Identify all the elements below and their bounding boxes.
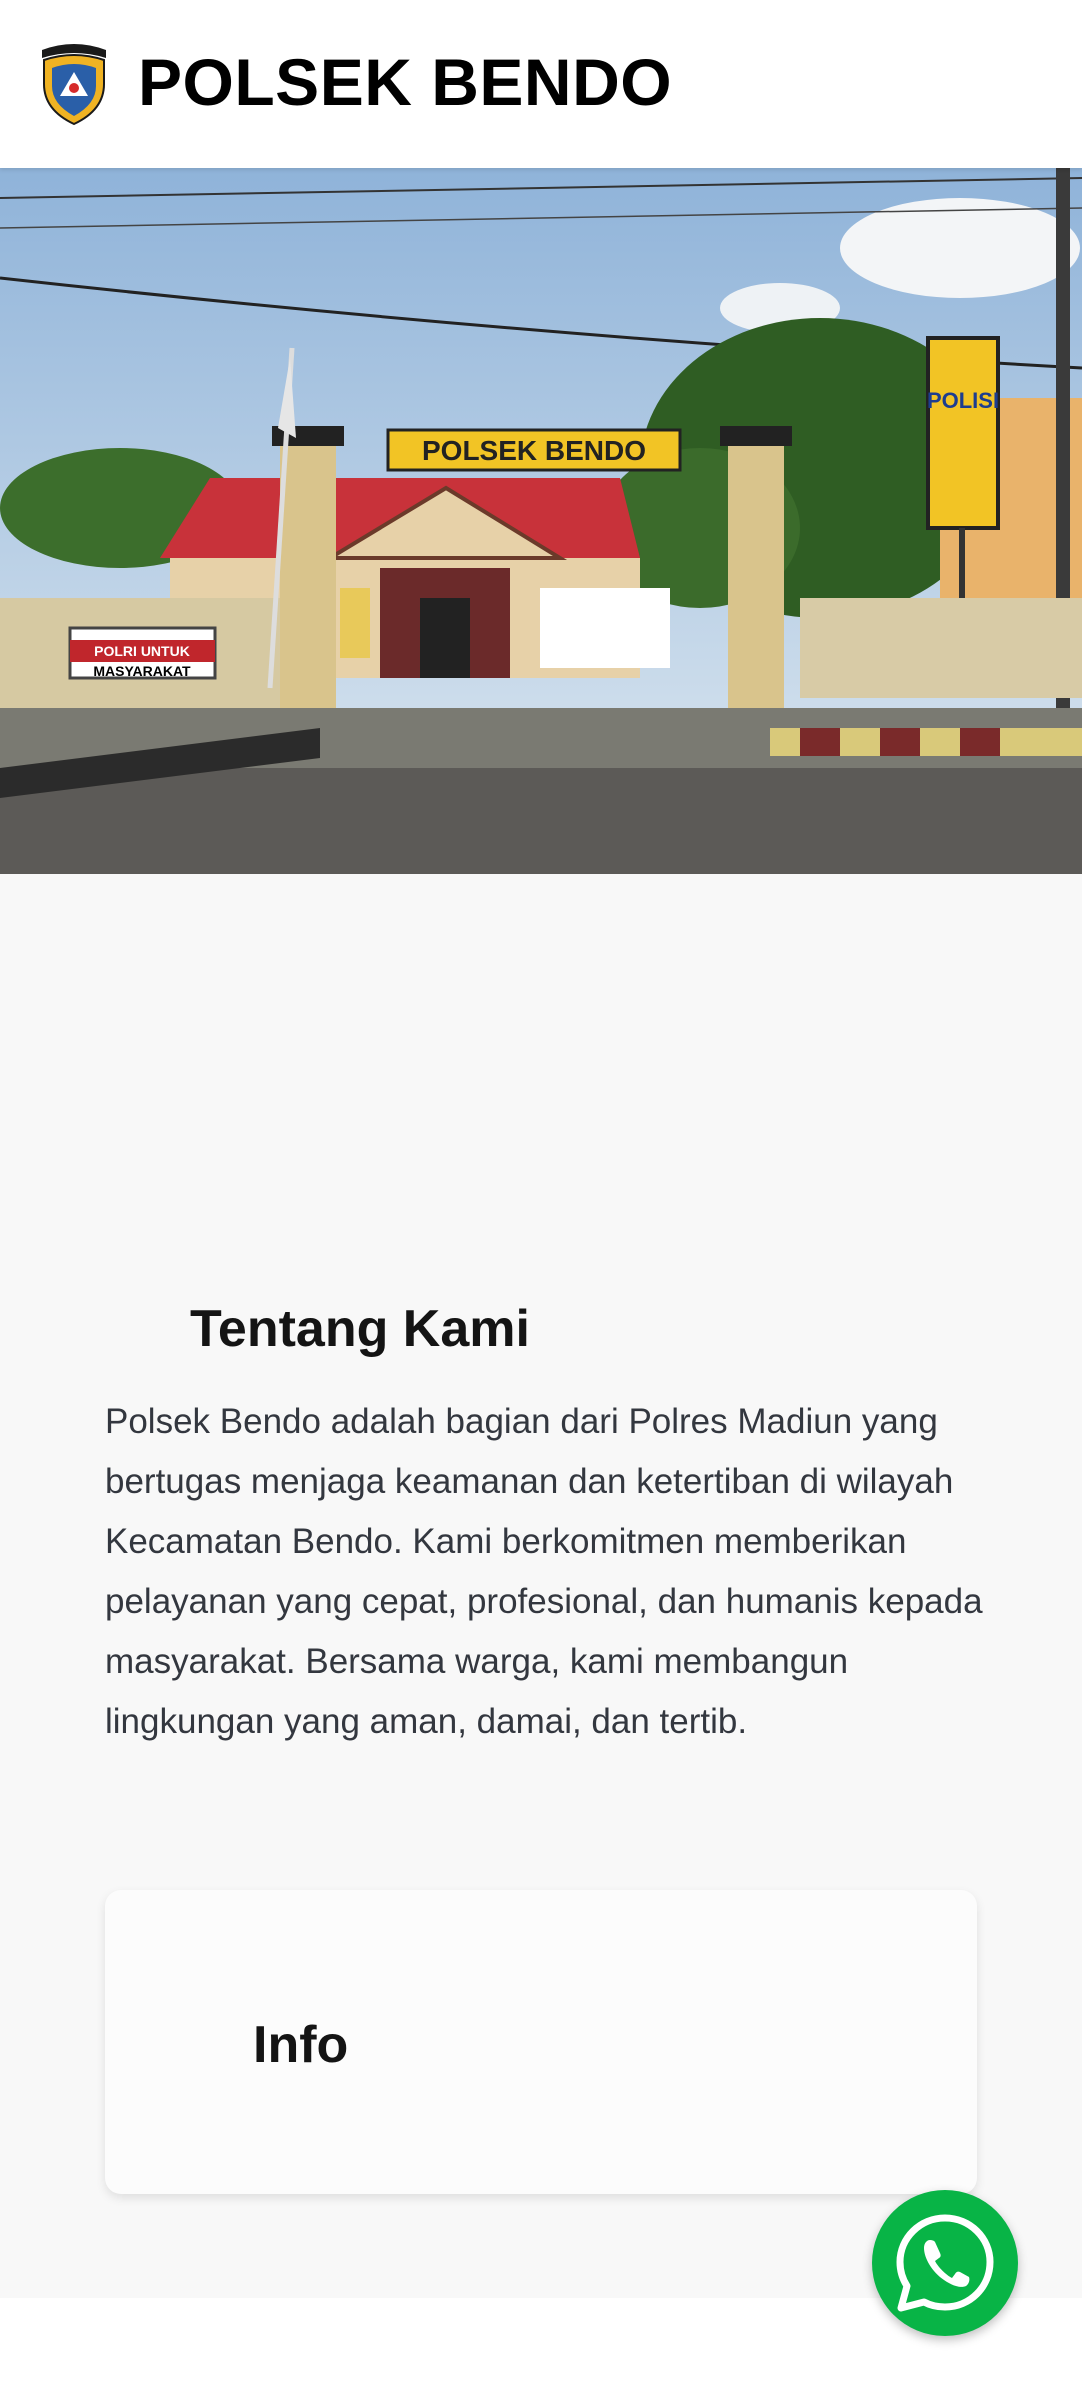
hero-gate-sign: POLSEK BENDO <box>422 435 646 466</box>
hero-banner-text-1: POLRI UNTUK <box>94 643 190 659</box>
hero-banner-text-2: MASYARAKAT <box>93 663 191 679</box>
site-title[interactable]: POLSEK BENDO <box>138 44 672 120</box>
about-text: Polsek Bendo adalah bagian dari Polres M… <box>105 1402 983 1741</box>
hero-polisi-sign: POLISI <box>927 388 999 413</box>
about-title: Tentang Kami <box>190 1300 530 1358</box>
whatsapp-button[interactable] <box>872 2190 1018 2336</box>
whatsapp-icon <box>896 2214 994 2312</box>
hero-image: POLRI UNTUK MASYARAKAT POLSEK BENDO POLI… <box>0 168 1082 874</box>
page: POLSEK BENDO POLRI UNTUK MASYARAKAT POLS… <box>0 0 1082 2400</box>
info-card: Info <box>105 1890 977 2194</box>
polda-jatim-logo[interactable] <box>38 38 110 126</box>
about-section: Tentang Kami Polsek Bendo adalah bagian … <box>0 874 1082 2298</box>
info-title: Info <box>253 2016 349 2074</box>
site-header: POLSEK BENDO <box>0 0 1082 168</box>
